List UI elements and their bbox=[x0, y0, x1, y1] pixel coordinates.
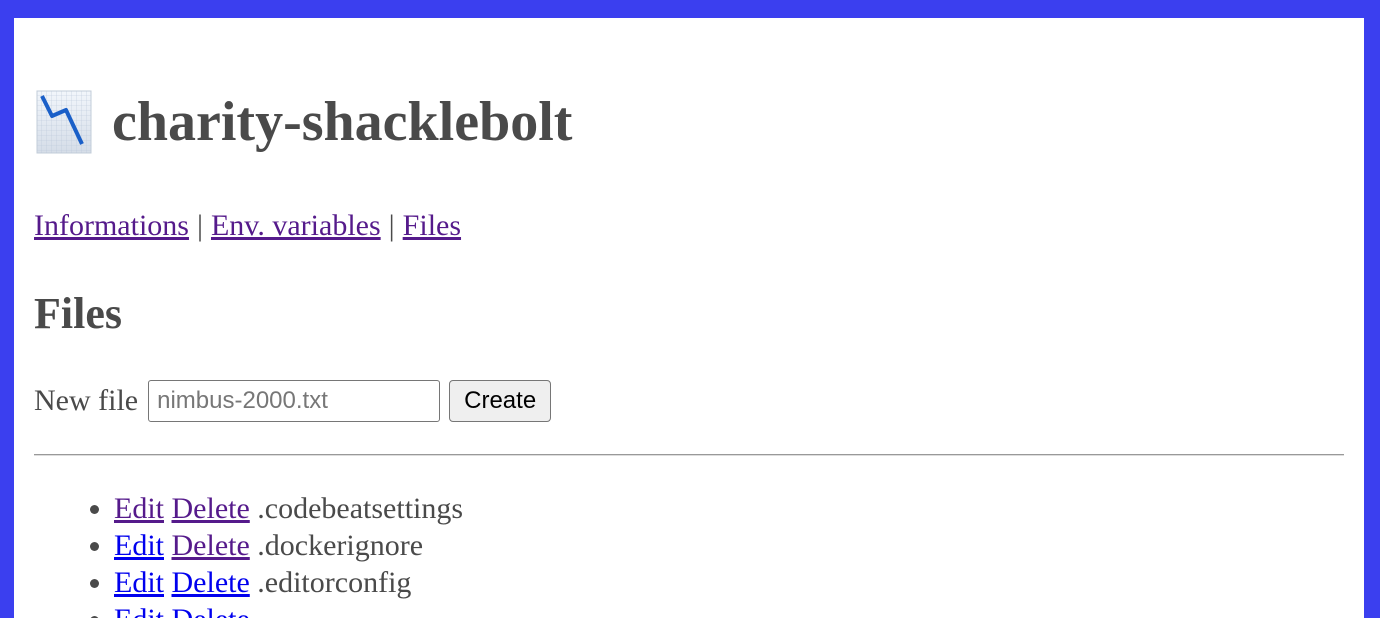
chart-decreasing-icon bbox=[36, 90, 92, 154]
nav-link-informations[interactable]: Informations bbox=[34, 209, 189, 242]
section-title: Files bbox=[34, 289, 122, 338]
create-button[interactable]: Create bbox=[449, 380, 552, 422]
file-name: .dockerignore bbox=[257, 529, 424, 562]
new-file-label: New file bbox=[34, 384, 139, 417]
nav-link-env-variables[interactable]: Env. variables bbox=[211, 209, 381, 242]
new-file-form: New file Create bbox=[34, 380, 552, 422]
delete-file-link[interactable]: Delete bbox=[172, 529, 250, 562]
top-nav: Informations | Env. variables | Files bbox=[34, 208, 461, 244]
edit-file-link[interactable]: Edit bbox=[114, 566, 164, 599]
nav-separator: | bbox=[388, 209, 395, 242]
page-container: charity-shacklebolt Informations | Env. va… bbox=[14, 18, 1364, 618]
delete-file-link[interactable]: Delete bbox=[172, 603, 250, 618]
edit-file-link[interactable]: Edit bbox=[114, 529, 164, 562]
header: charity-shacklebolt bbox=[36, 88, 572, 156]
file-name: .editorconfig bbox=[257, 566, 412, 599]
app-title: charity-shacklebolt bbox=[112, 91, 573, 153]
file-list-item: Edit Delete .editorconfig bbox=[114, 564, 463, 601]
file-list-item: Edit Delete .codebeatsettings bbox=[114, 490, 463, 527]
edit-file-link[interactable]: Edit bbox=[114, 603, 164, 618]
file-list: Edit Delete .codebeatsettings Edit Delet… bbox=[94, 490, 463, 618]
nav-link-files[interactable]: Files bbox=[403, 209, 461, 242]
divider bbox=[34, 454, 1344, 456]
new-file-input[interactable] bbox=[148, 380, 441, 422]
file-name: .codebeatsettings bbox=[257, 492, 464, 525]
file-list-item: Edit Delete .dockerignore bbox=[114, 527, 463, 564]
delete-file-link[interactable]: Delete bbox=[172, 492, 250, 525]
delete-file-link[interactable]: Delete bbox=[172, 566, 250, 599]
nav-separator: | bbox=[196, 209, 203, 242]
edit-file-link[interactable]: Edit bbox=[114, 492, 164, 525]
